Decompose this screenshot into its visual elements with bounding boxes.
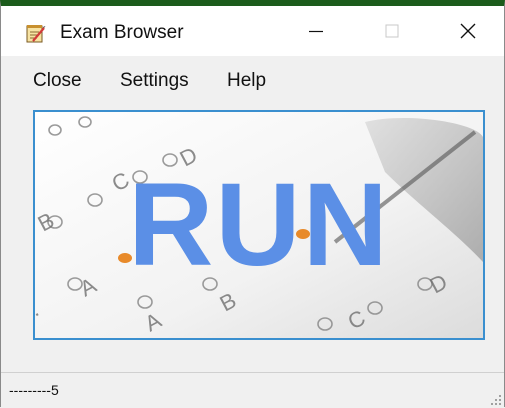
- maximize-button[interactable]: [354, 6, 430, 56]
- run-label: RUN: [128, 159, 390, 291]
- run-button[interactable]: B C D A A B C D : RUN: [33, 110, 485, 340]
- title-bar[interactable]: Exam Browser: [1, 6, 504, 56]
- menu-close[interactable]: Close: [33, 69, 82, 93]
- notepad-icon: [26, 25, 46, 43]
- window-title: Exam Browser: [60, 22, 184, 43]
- exam-browser-window: Exam Browser Close Settings Help B C D A…: [0, 0, 505, 408]
- menu-settings[interactable]: Settings: [120, 69, 189, 93]
- close-window-button[interactable]: [430, 6, 505, 56]
- status-text: ---------5: [9, 382, 59, 398]
- maximize-icon: [385, 24, 399, 38]
- status-bar: ---------5: [1, 372, 504, 408]
- resize-grip-icon[interactable]: [488, 392, 502, 406]
- minimize-icon: [309, 30, 323, 33]
- minimize-button[interactable]: [278, 6, 354, 56]
- menu-bar: Close Settings Help: [1, 56, 504, 101]
- menu-help[interactable]: Help: [227, 69, 266, 93]
- close-icon: [460, 23, 476, 39]
